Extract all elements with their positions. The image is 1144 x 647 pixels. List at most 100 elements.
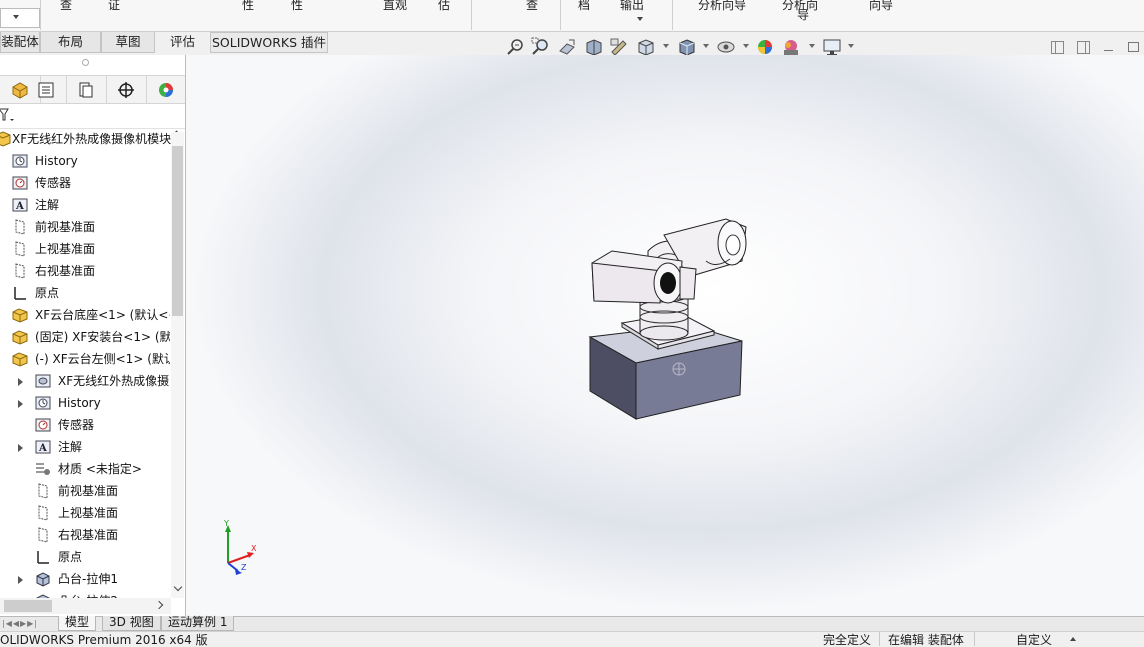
tree-horizontal-scroll-thumb[interactable]: [4, 600, 52, 612]
tree-item-label: (固定) XF安装台<1> (默i: [35, 330, 170, 344]
zoom-to-fit-icon[interactable]: [506, 37, 526, 57]
tree-item[interactable]: 上视基准面: [0, 502, 170, 524]
tree-item-label: XF无线红外热成像摄: [58, 374, 170, 388]
hide-show-items-icon[interactable]: [716, 37, 736, 57]
expand-arrow-icon[interactable]: [18, 400, 23, 408]
ribbon-separator: [672, 0, 673, 30]
filter-icon[interactable]: [0, 107, 16, 126]
tab-solidworks-addins[interactable]: SOLIDWORKS 插件: [210, 32, 328, 53]
restore-icon[interactable]: [1128, 42, 1139, 52]
apply-scene-icon[interactable]: [781, 37, 801, 57]
ribbon-label[interactable]: 性: [242, 0, 254, 13]
view-settings-icon[interactable]: [822, 37, 842, 57]
tree-item-label: 凸台-拉伸1: [58, 572, 118, 586]
chevron-down-icon[interactable]: [637, 17, 643, 21]
tree-item[interactable]: 右视基准面: [0, 524, 170, 546]
tile-right-icon[interactable]: [1077, 41, 1090, 54]
expand-arrow-icon[interactable]: [18, 378, 23, 386]
tree-root[interactable]: XF无线红外热成像摄像机模块: [0, 128, 185, 150]
tree-item[interactable]: 传感器: [0, 172, 170, 194]
ribbon-label[interactable]: 性: [291, 0, 303, 13]
chevron-down-icon[interactable]: [663, 44, 669, 48]
tree-item[interactable]: 右视基准面: [0, 260, 170, 282]
tab-layout[interactable]: 布局: [40, 32, 101, 53]
ribbon-label[interactable]: 直观: [383, 0, 407, 13]
tab-model[interactable]: 模型: [58, 616, 97, 631]
tree-item[interactable]: 原点: [0, 282, 170, 304]
part-icon: [35, 373, 51, 389]
tab-scroll-arrows-icon[interactable]: |◀◀▶▶|: [2, 619, 38, 628]
tab-3d-view[interactable]: 3D 视图: [102, 616, 161, 631]
displaymanager-tab-icon[interactable]: [146, 76, 186, 103]
graphics-area[interactable]: Y X Z: [186, 55, 1144, 616]
tree-item[interactable]: 凸台-拉伸2: [0, 590, 170, 598]
expand-arrow-icon[interactable]: [18, 576, 23, 584]
tree-item[interactable]: 原点: [0, 546, 170, 568]
tree-vertical-scroll-thumb[interactable]: [172, 146, 183, 316]
view-orientation-icon[interactable]: [636, 37, 656, 57]
ribbon-label[interactable]: 估: [438, 0, 450, 13]
ribbon-label[interactable]: 查: [526, 0, 538, 13]
tree-item[interactable]: History: [0, 392, 170, 414]
tree-item[interactable]: 凸台-拉伸1: [0, 568, 170, 590]
ribbon-separator: [40, 0, 41, 30]
tab-sketch[interactable]: 草图: [101, 32, 155, 53]
edit-appearance-icon[interactable]: [755, 37, 775, 57]
camera-model-drawing[interactable]: [186, 55, 1144, 616]
section-view-icon[interactable]: [584, 37, 604, 57]
previous-view-icon[interactable]: [557, 37, 577, 57]
tab-evaluate[interactable]: 评估: [155, 32, 210, 53]
tree-item[interactable]: History: [0, 150, 170, 172]
tab-motion-study[interactable]: 运动算例 1: [161, 616, 235, 631]
tree-item[interactable]: (-) XF云台左侧<1> (默认: [0, 348, 170, 370]
plane-icon: [12, 219, 28, 235]
ribbon-label[interactable]: 查: [60, 0, 72, 13]
reference-triad: Y X Z: [218, 519, 262, 575]
part-icon: [12, 351, 28, 367]
tab-assembly[interactable]: 装配体: [0, 32, 40, 53]
tree-item-label: 凸台-拉伸2: [58, 590, 118, 598]
tree-item[interactable]: 前视基准面: [0, 216, 170, 238]
tree-item[interactable]: 传感器: [0, 414, 170, 436]
tree-item[interactable]: 上视基准面: [0, 238, 170, 260]
tree-item-label: 传感器: [58, 418, 95, 432]
ribbon-label[interactable]: 导: [797, 6, 809, 23]
svg-text:A: A: [38, 443, 47, 454]
expand-arrow-icon[interactable]: [18, 444, 23, 452]
tree-item-label: 原点: [58, 550, 83, 564]
splitter-handle[interactable]: [82, 59, 89, 66]
ribbon-dropdown[interactable]: [0, 8, 40, 28]
annotations-icon: A: [12, 197, 28, 213]
dynamic-annotation-icon[interactable]: [609, 37, 629, 57]
chevron-down-icon[interactable]: [848, 44, 854, 48]
chevron-down-icon[interactable]: [809, 44, 815, 48]
tree-item[interactable]: A 注解: [0, 436, 170, 458]
tree-item[interactable]: A 注解: [0, 194, 170, 216]
chevron-up-icon[interactable]: [1070, 637, 1076, 641]
tree-item[interactable]: XF云台底座<1> (默认<<: [0, 304, 170, 326]
chevron-down-icon[interactable]: [703, 44, 709, 48]
display-style-icon[interactable]: [677, 37, 697, 57]
origin-icon: [12, 285, 28, 301]
minimize-icon[interactable]: [1104, 50, 1113, 51]
ribbon-label[interactable]: 向导: [869, 0, 893, 13]
tree-item-label: (-) XF云台左侧<1> (默认: [35, 352, 170, 366]
plane-icon: [35, 505, 51, 521]
zoom-to-area-icon[interactable]: [531, 37, 551, 57]
command-tabs: 装配体 布局 草图 评估 SOLIDWORKS 插件: [0, 32, 330, 54]
ribbon-label[interactable]: 分析向导: [698, 0, 746, 13]
configurationmanager-tab-icon[interactable]: [66, 76, 107, 103]
tile-left-icon[interactable]: [1051, 41, 1064, 54]
ribbon-label[interactable]: 输出: [620, 0, 644, 13]
tree-item[interactable]: 前视基准面: [0, 480, 170, 502]
ribbon-label[interactable]: 档: [578, 0, 590, 13]
propertymanager-tab-icon[interactable]: [26, 76, 67, 103]
tree-item[interactable]: XF无线红外热成像摄: [0, 370, 170, 392]
tree-item[interactable]: 材质 <未指定>: [0, 458, 170, 480]
chevron-down-icon[interactable]: [743, 44, 749, 48]
tree-item-label: XF云台底座<1> (默认<<: [35, 308, 170, 322]
dimxpertmanager-tab-icon[interactable]: [106, 76, 147, 103]
ribbon-label[interactable]: 证: [108, 0, 120, 13]
triad-y-label: Y: [224, 519, 229, 528]
tree-item[interactable]: (固定) XF安装台<1> (默i: [0, 326, 170, 348]
